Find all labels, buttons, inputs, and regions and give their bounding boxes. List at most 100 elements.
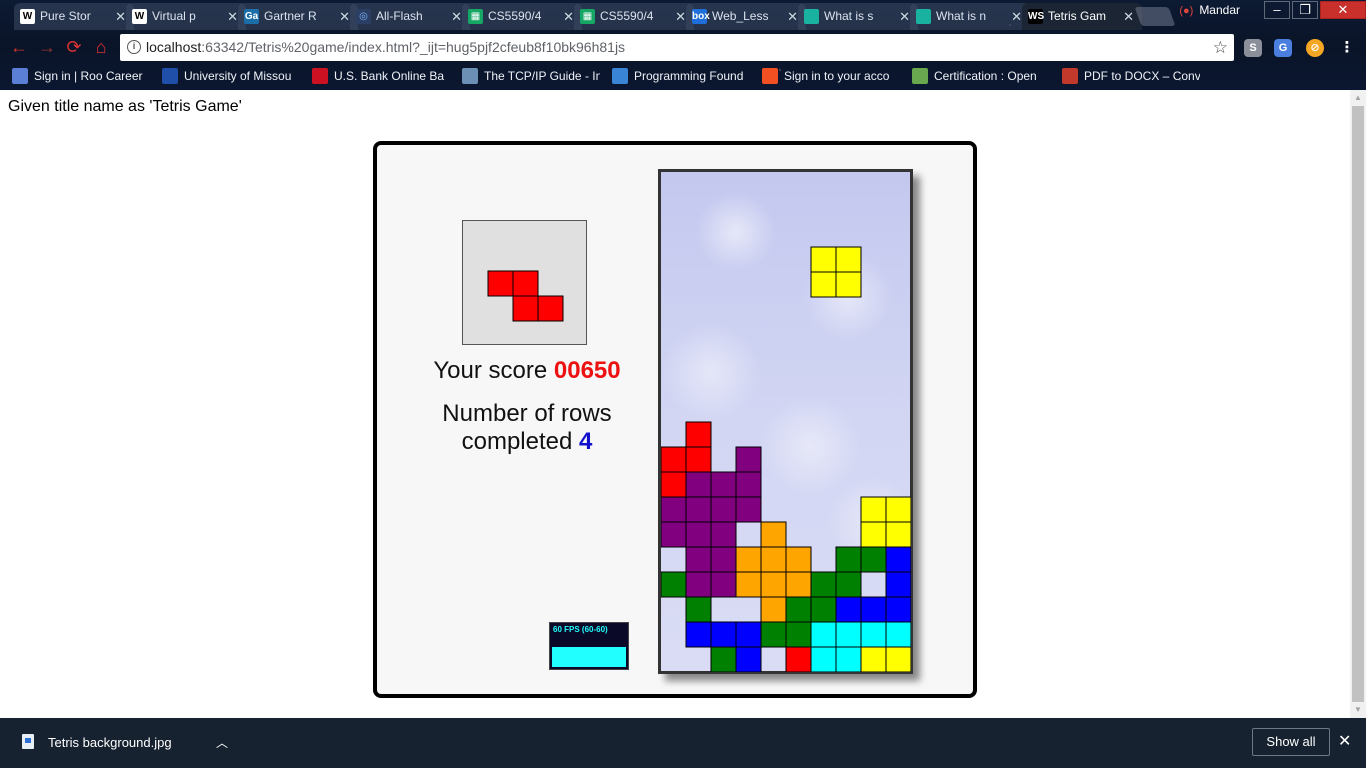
bookmark-label: University of Missou xyxy=(184,69,292,83)
tab-close-icon[interactable]: ✕ xyxy=(1011,3,1022,30)
translate-extension-icon[interactable]: G xyxy=(1274,39,1292,57)
reload-icon[interactable]: ⟳ xyxy=(63,36,85,58)
tab-label: Gartner R xyxy=(264,9,317,23)
minimize-button[interactable]: – xyxy=(1264,1,1290,19)
site-info-icon[interactable]: i xyxy=(127,40,141,54)
next-piece-block xyxy=(487,270,514,297)
tab-label: All-Flash xyxy=(376,9,423,23)
tab-close-icon[interactable]: ✕ xyxy=(563,3,574,30)
window-controls: (●) Mandar – ❐ ✕ xyxy=(1179,0,1366,20)
browser-tab[interactable]: W Pure Stor ✕ xyxy=(14,3,134,30)
tetris-block xyxy=(760,571,787,598)
maximize-button[interactable]: ❐ xyxy=(1292,1,1318,19)
download-file-name: Tetris background.jpg xyxy=(48,735,172,750)
tab-close-icon[interactable]: ✕ xyxy=(675,3,686,30)
tab-strip: W Pure Stor ✕ W Virtual p ✕ Ga Gartner R ✕ ◎ All-F… xyxy=(0,0,1190,30)
tab-close-icon[interactable]: ✕ xyxy=(227,3,238,30)
tetris-block xyxy=(860,621,887,648)
tetris-block xyxy=(685,546,712,573)
navigation-bar: ← → ⟳ ⌂ i localhost:63342/Tetris%20game/… xyxy=(0,32,1366,62)
bookmark-item[interactable]: Sign in | Roo Career xyxy=(12,67,150,85)
tetris-block xyxy=(760,621,787,648)
tetris-block xyxy=(785,571,812,598)
bookmark-item[interactable]: Programming Found xyxy=(612,67,750,85)
bookmark-label: Certification : Open xyxy=(934,69,1037,83)
tetris-block xyxy=(810,571,837,598)
tetris-block xyxy=(860,546,887,573)
bookmark-item[interactable]: University of Missou xyxy=(162,67,300,85)
profile-button[interactable]: (●) Mandar xyxy=(1179,3,1240,17)
tetris-block xyxy=(661,571,687,598)
tetris-block xyxy=(710,471,737,498)
falling-piece-block xyxy=(835,246,862,273)
home-icon[interactable]: ⌂ xyxy=(90,36,112,58)
fps-graph xyxy=(552,647,626,667)
forward-icon[interactable]: → xyxy=(36,36,58,58)
tab-label: CS5590/4 xyxy=(600,9,654,23)
tetris-board-canvas[interactable] xyxy=(661,172,911,672)
address-bar[interactable]: i localhost:63342/Tetris%20game/index.ht… xyxy=(120,34,1234,61)
bookmarks-bar: Sign in | Roo Career University of Missou… xyxy=(0,63,1366,88)
tetris-block xyxy=(860,596,887,623)
tetris-block xyxy=(885,496,911,523)
tetris-block xyxy=(685,521,712,548)
tetris-block xyxy=(685,446,712,473)
next-piece-block xyxy=(537,295,564,322)
browser-tab[interactable]: What is s ✕ xyxy=(798,3,918,30)
tetris-block xyxy=(685,571,712,598)
tetris-block xyxy=(860,646,887,672)
bookmark-item[interactable]: The TCP/IP Guide - In xyxy=(462,67,600,85)
tab-close-icon[interactable]: ✕ xyxy=(339,3,350,30)
bookmark-label: Sign in to your acco xyxy=(784,69,890,83)
bookmark-item[interactable]: U.S. Bank Online Ba xyxy=(312,67,450,85)
scroll-down-arrow-icon[interactable]: ▼ xyxy=(1350,702,1366,718)
close-icon[interactable]: ✕ xyxy=(1338,731,1351,751)
bookmark-item[interactable]: PDF to DOCX – Conv xyxy=(1062,67,1200,85)
new-tab-button[interactable] xyxy=(1134,7,1176,26)
chevron-up-icon[interactable]: ︿ xyxy=(216,730,228,756)
page-scrollbar[interactable]: ▲ ▼ xyxy=(1350,90,1366,718)
download-item[interactable]: Tetris background.jpg ︿ xyxy=(16,730,228,756)
browser-tab[interactable]: ▦ CS5590/4 ✕ xyxy=(574,3,694,30)
browser-tab[interactable]: ◎ All-Flash ✕ xyxy=(350,3,470,30)
back-icon[interactable]: ← xyxy=(8,36,30,58)
tab-favicon-icon: ▦ xyxy=(468,9,483,24)
bookmark-star-icon[interactable]: ☆ xyxy=(1213,34,1228,61)
tetris-block xyxy=(685,621,712,648)
tab-close-icon[interactable]: ✕ xyxy=(787,3,798,30)
tetris-board[interactable] xyxy=(658,169,913,674)
next-piece-block xyxy=(512,270,539,297)
rows-value: 4 xyxy=(579,428,593,455)
tetris-block xyxy=(785,646,812,672)
page-heading: Given title name as 'Tetris Game' xyxy=(8,98,242,115)
tab-close-icon[interactable]: ✕ xyxy=(899,3,910,30)
profile-icon: (●) xyxy=(1179,5,1194,17)
extension-icon[interactable]: ⊘ xyxy=(1306,39,1324,57)
bookmark-item[interactable]: Sign in to your acco xyxy=(762,67,900,85)
skype-extension-icon[interactable]: S xyxy=(1244,39,1262,57)
browser-tab[interactable]: WS Tetris Gam ✕ xyxy=(1022,3,1142,30)
tetris-block xyxy=(735,471,762,498)
tab-favicon-icon: W xyxy=(20,9,35,24)
tetris-block xyxy=(710,521,737,548)
scroll-up-arrow-icon[interactable]: ▲ xyxy=(1350,90,1366,106)
browser-tab[interactable]: What is n ✕ xyxy=(910,3,1030,30)
scroll-thumb[interactable] xyxy=(1352,106,1364,702)
browser-tab[interactable]: Ga Gartner R ✕ xyxy=(238,3,358,30)
tab-label: Tetris Gam xyxy=(1048,9,1107,23)
browser-tab[interactable]: W Virtual p ✕ xyxy=(126,3,246,30)
browser-tab[interactable]: box Web_Less ✕ xyxy=(686,3,806,30)
falling-piece-block xyxy=(810,271,837,298)
close-window-button[interactable]: ✕ xyxy=(1320,1,1366,19)
menu-icon[interactable]: ⋮ xyxy=(1338,39,1356,57)
tetris-block xyxy=(760,521,787,548)
tetris-block xyxy=(885,621,911,648)
tetris-block xyxy=(685,496,712,523)
tab-close-icon[interactable]: ✕ xyxy=(115,3,126,30)
tab-close-icon[interactable]: ✕ xyxy=(1123,3,1134,30)
show-all-button[interactable]: Show all xyxy=(1252,728,1330,756)
bookmark-item[interactable]: Certification : Open xyxy=(912,67,1050,85)
browser-tab[interactable]: ▦ CS5590/4 ✕ xyxy=(462,3,582,30)
bookmark-label: The TCP/IP Guide - In xyxy=(484,69,600,83)
tab-close-icon[interactable]: ✕ xyxy=(451,3,462,30)
